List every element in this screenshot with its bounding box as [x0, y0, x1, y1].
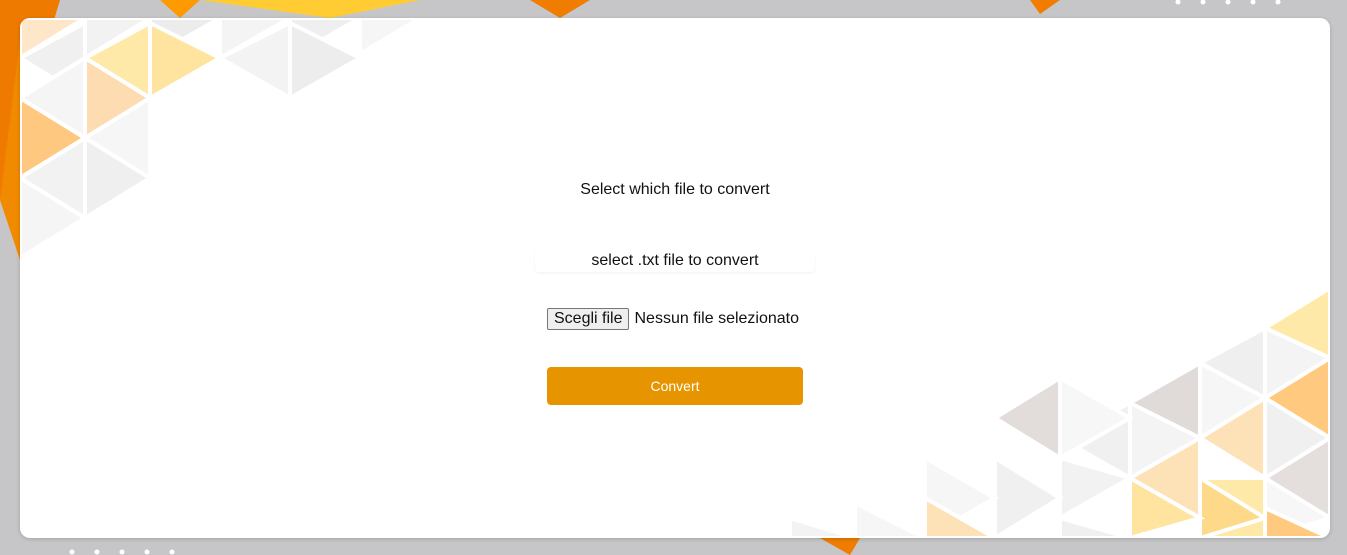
file-input[interactable]: Scegli file Nessun file selezionato [547, 307, 799, 331]
converter-form: Select which file to convert select .txt… [20, 18, 1330, 538]
convert-button[interactable]: Convert [547, 367, 803, 405]
converter-card: Select which file to convert select .txt… [20, 18, 1330, 538]
choose-file-button[interactable]: Scegli file [547, 308, 630, 330]
form-heading: Select which file to convert [580, 181, 770, 198]
file-status-text: Nessun file selezionato [634, 310, 800, 327]
file-type-label: select .txt file to convert [535, 250, 815, 272]
